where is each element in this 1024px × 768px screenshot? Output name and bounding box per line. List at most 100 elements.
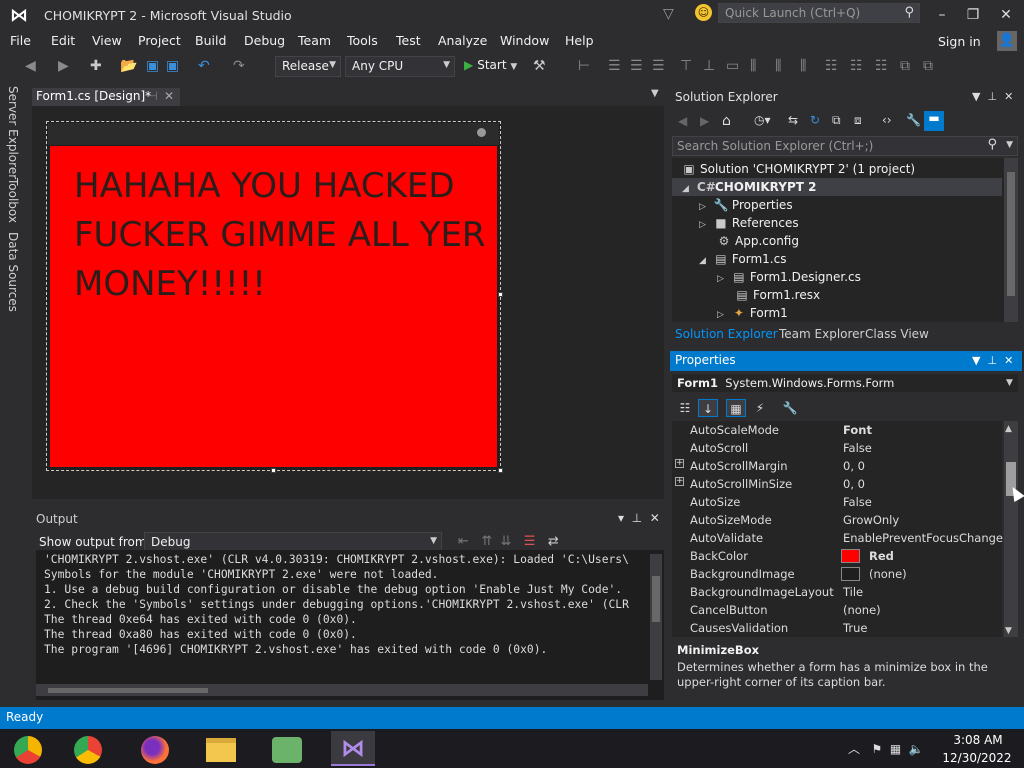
properties-wrench-icon[interactable]: 🔧 <box>906 113 921 127</box>
tree-item-form1-resx[interactable]: ▤ Form1.resx <box>735 288 820 302</box>
quick-launch-input[interactable]: Quick Launch (Ctrl+Q) ⚲ <box>718 3 920 23</box>
property-row[interactable]: AutoScaleMode Font <box>672 421 1002 439</box>
dropdown-icon[interactable]: ▼ <box>972 90 980 103</box>
pin-icon[interactable]: ⊥ <box>987 90 997 103</box>
chevron-down-icon[interactable]: ▼ <box>1006 378 1013 388</box>
back-icon[interactable]: ◀ <box>678 114 687 128</box>
tab-team-explorer[interactable]: Team Explorer <box>779 327 865 341</box>
account-avatar-icon[interactable]: 👤 <box>997 31 1017 51</box>
clear-all-icon[interactable]: ☰ <box>524 534 536 549</box>
clock-time[interactable]: 3:08 AM <box>948 733 1008 747</box>
toolbox-tab[interactable]: Toolbox <box>6 178 20 223</box>
clock-date[interactable]: 12/30/2022 <box>940 751 1014 765</box>
property-value[interactable]: Font <box>843 423 872 437</box>
save-all-icon[interactable]: ▣ <box>166 58 179 74</box>
output-vertical-scroll-thumb[interactable] <box>652 576 660 622</box>
tree-item-solution[interactable]: ▣ Solution 'CHOMIKRYPT 2' (1 project) <box>682 162 915 176</box>
center-vertically-icon[interactable]: ☷ <box>875 58 888 74</box>
collapsed-triangle-icon[interactable]: ▷ <box>717 274 724 284</box>
property-grid-scrollbar[interactable] <box>1004 421 1018 637</box>
menu-test[interactable]: Test <box>396 33 421 48</box>
new-project-icon[interactable]: ✚ <box>90 58 102 74</box>
property-row[interactable]: AutoSizeMode GrowOnly <box>672 511 1002 529</box>
find-in-files-icon[interactable]: ⚒ <box>533 58 546 74</box>
scroll-up-arrow-icon[interactable]: ▲ <box>1005 424 1012 434</box>
menu-edit[interactable]: Edit <box>51 33 75 48</box>
tree-item-form1-designer[interactable]: ▷ ▤ Form1.Designer.cs <box>717 270 861 284</box>
network-app-icon[interactable] <box>265 731 309 766</box>
bring-to-front-icon[interactable]: ⧉ <box>900 58 910 74</box>
firefox-icon[interactable] <box>133 731 177 766</box>
expand-plus-icon[interactable]: + <box>675 477 684 486</box>
minimize-icon[interactable]: – <box>932 5 952 25</box>
property-row[interactable]: BackColor Red <box>672 547 1002 565</box>
show-hidden-icons-icon[interactable]: ︿ <box>848 742 860 756</box>
vertical-spacing-icon[interactable]: ☷ <box>825 58 838 74</box>
center-horizontally-icon[interactable]: ☷ <box>850 58 863 74</box>
menu-project[interactable]: Project <box>138 33 181 48</box>
data-sources-tab[interactable]: Data Sources <box>6 232 20 312</box>
pin-icon[interactable]: ⊥ <box>632 511 642 525</box>
preview-selected-items-icon[interactable]: ▬ <box>924 111 944 131</box>
property-pages-icon[interactable]: 🔧 <box>780 399 800 417</box>
visual-studio-icon[interactable]: ⋈ <box>331 731 375 766</box>
tree-item-app-config[interactable]: ⚙ App.config <box>717 234 799 248</box>
navigate-forward-icon[interactable]: ▶ <box>58 58 69 74</box>
property-value[interactable]: Red <box>869 549 894 563</box>
property-value[interactable]: GrowOnly <box>843 513 899 527</box>
align-bottoms-icon[interactable]: ⊥ <box>703 58 715 74</box>
server-explorer-tab[interactable]: Server Explorer <box>6 86 20 179</box>
pin-icon[interactable]: ⊥ <box>987 354 997 367</box>
tree-item-form1-class[interactable]: ▷ ✦ Form1 <box>717 306 788 320</box>
property-value[interactable]: Tile <box>843 585 863 599</box>
previous-message-icon[interactable]: ⇈ <box>481 534 492 549</box>
notifications-filter-icon[interactable]: ▽ <box>663 6 674 22</box>
undo-icon[interactable]: ↶ <box>198 58 210 74</box>
menu-help[interactable]: Help <box>565 33 594 48</box>
chrome-canary-icon[interactable] <box>6 731 50 766</box>
resize-handle-bottom[interactable] <box>271 468 276 473</box>
solution-explorer-search-input[interactable]: Search Solution Explorer (Ctrl+;) ⚲ ▼ <box>672 136 1018 156</box>
property-row[interactable]: CancelButton (none) <box>672 601 1002 619</box>
tab-form1-design[interactable]: Form1.cs [Design]* ⊣ ✕ <box>32 88 180 106</box>
categorized-icon[interactable]: ☷ <box>675 399 695 417</box>
tree-item-properties[interactable]: ▷ 🔧 Properties <box>699 198 793 212</box>
next-message-icon[interactable]: ⇊ <box>500 534 511 549</box>
menu-tools[interactable]: Tools <box>347 33 378 48</box>
resize-handle-right[interactable] <box>498 292 503 297</box>
property-row[interactable]: AutoScroll False <box>672 439 1002 457</box>
expand-plus-icon[interactable]: + <box>675 459 684 468</box>
view-code-icon[interactable]: ‹› <box>882 113 892 127</box>
save-icon[interactable]: ▣ <box>146 58 159 74</box>
property-row[interactable]: BackgroundImageLayout Tile <box>672 583 1002 601</box>
menu-window[interactable]: Window <box>500 33 549 48</box>
dropdown-icon[interactable]: ▼ <box>972 354 980 367</box>
property-value[interactable]: True <box>843 621 867 635</box>
align-centers-icon[interactable]: ☰ <box>608 58 621 74</box>
close-icon[interactable]: ✕ <box>996 5 1016 25</box>
property-value[interactable]: 0, 0 <box>843 477 865 491</box>
close-icon[interactable]: ✕ <box>650 511 660 525</box>
properties-view-icon[interactable]: ▦ <box>726 399 746 417</box>
property-row[interactable]: CausesValidation True <box>672 619 1002 637</box>
pending-changes-filter-icon[interactable]: ◷▾ <box>754 113 771 127</box>
menu-debug[interactable]: Debug <box>244 33 285 48</box>
property-row[interactable]: AutoSize False <box>672 493 1002 511</box>
restore-icon[interactable]: ❐ <box>963 5 983 25</box>
property-value[interactable]: EnablePreventFocusChange <box>843 531 1003 545</box>
toggle-word-wrap-icon[interactable]: ⇄ <box>548 534 559 549</box>
property-row[interactable]: BackgroundImage (none) <box>672 565 1002 583</box>
property-row[interactable]: + AutoScrollMinSize 0, 0 <box>672 475 1002 493</box>
tree-item-project[interactable]: ◢ C#CHOMIKRYPT 2 <box>682 180 816 194</box>
menu-build[interactable]: Build <box>195 33 226 48</box>
chrome-icon[interactable] <box>66 731 110 766</box>
platform-dropdown[interactable]: Any CPU ▼ <box>345 56 455 77</box>
decrease-spacing-icon[interactable]: ⫼ <box>800 58 806 74</box>
network-icon[interactable]: ▦ <box>890 742 901 756</box>
dropdown-icon[interactable]: ▾ <box>618 511 624 525</box>
property-value[interactable]: (none) <box>869 567 907 581</box>
increase-spacing-icon[interactable]: ⫼ <box>775 58 781 74</box>
chevron-down-icon[interactable]: ▼ <box>1006 140 1013 150</box>
feedback-smiley-icon[interactable]: ☺ <box>695 4 712 21</box>
tree-item-references[interactable]: ▷ ■ References <box>699 216 799 230</box>
